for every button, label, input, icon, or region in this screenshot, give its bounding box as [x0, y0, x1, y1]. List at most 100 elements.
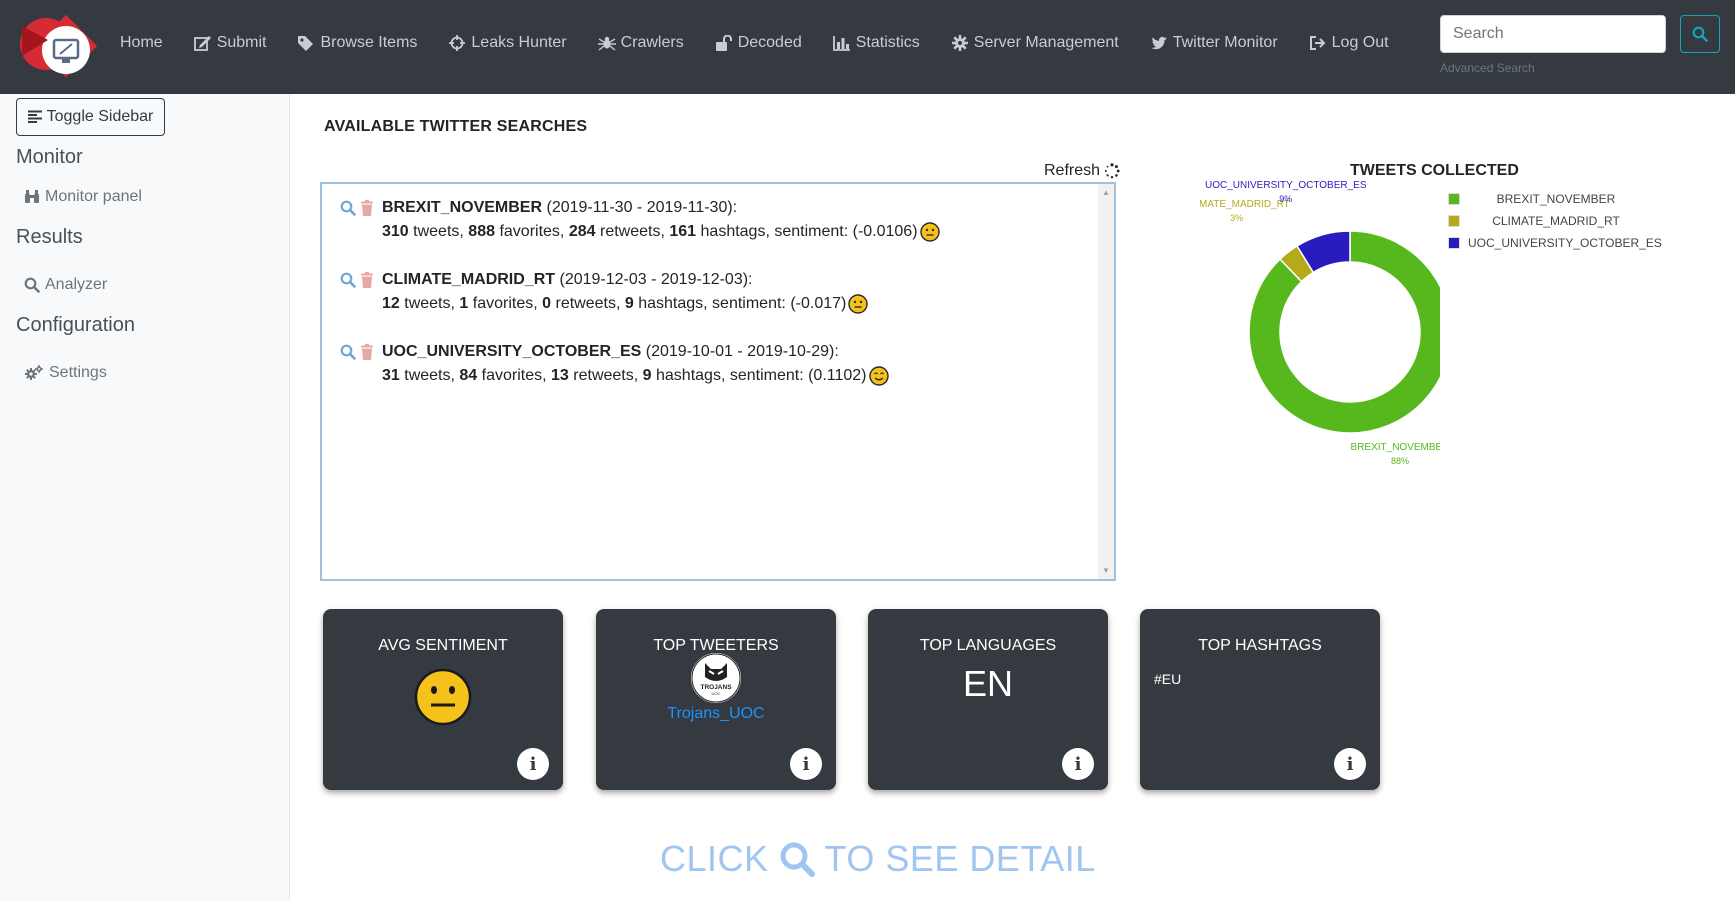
retweets-count: 13: [551, 367, 569, 384]
hashtags-count: 9: [642, 367, 652, 384]
refresh-button[interactable]: Refresh: [1044, 162, 1120, 180]
avatar[interactable]: TROJANS UOC: [691, 653, 741, 703]
chart-title: TWEETS COLLECTED: [1350, 162, 1519, 179]
retweets-count: 284: [568, 223, 596, 240]
sidebar-item-settings-label: Settings: [49, 364, 107, 381]
nav-log-out-label: Log Out: [1331, 34, 1389, 51]
slice-percent-label: 3%: [1230, 213, 1243, 223]
legend-swatch: [1448, 237, 1460, 249]
app-logo[interactable]: [14, 10, 98, 84]
neutral-face-icon: [414, 668, 472, 726]
favorites-word: favorites,: [472, 295, 538, 312]
nav-twitter-monitor-label: Twitter Monitor: [1172, 34, 1278, 51]
nav-home[interactable]: Home: [120, 34, 163, 52]
nav-crawlers[interactable]: Crawlers: [597, 34, 684, 52]
nav-decoded[interactable]: Decoded: [715, 34, 802, 52]
sentiment-value: (-0.017): [790, 295, 847, 312]
info-button[interactable]: i: [517, 748, 549, 780]
legend-item[interactable]: UOC_UNIVERSITY_OCTOBER_ES: [1448, 232, 1662, 254]
nav-submit[interactable]: Submit: [193, 34, 267, 52]
search-icon[interactable]: [340, 344, 356, 368]
crosshairs-icon: [448, 35, 466, 51]
legend-item[interactable]: CLIMATE_MADRID_RT: [1448, 210, 1644, 232]
slice-percent-label: 9%: [1279, 194, 1292, 204]
nav-statistics[interactable]: Statistics: [832, 34, 920, 52]
legend-swatch: [1448, 215, 1460, 227]
search-input[interactable]: [1440, 15, 1666, 53]
search-icon: [24, 277, 40, 293]
cta-text-before: CLICK: [660, 838, 769, 879]
card-title: AVG SENTIMENT: [378, 637, 508, 654]
tweets-count: 31: [382, 367, 400, 384]
cogs-icon: [25, 365, 43, 380]
neutral-face-icon: [919, 222, 940, 242]
top-hashtag-value[interactable]: #EU: [1154, 671, 1181, 687]
info-button[interactable]: i: [1062, 748, 1094, 780]
legend-label: BREXIT_NOVEMBER: [1496, 192, 1616, 206]
click-to-see-detail-hint: CLICK TO SEE DETAIL: [660, 838, 1096, 880]
nav-browse-items-label: Browse Items: [320, 34, 418, 51]
toggle-sidebar-label: Toggle Sidebar: [46, 108, 154, 125]
align-left-icon: [27, 110, 42, 123]
sidebar-item-analyzer[interactable]: Analyzer: [24, 276, 107, 294]
hashtags-word: hashtags, sentiment:: [638, 295, 786, 312]
sidebar-item-settings[interactable]: Settings: [24, 364, 107, 382]
search-name: UOC_UNIVERSITY_OCTOBER_ES: [382, 343, 642, 360]
scroll-down-icon[interactable]: ▼: [1102, 566, 1110, 575]
nav-leaks-hunter-label: Leaks Hunter: [471, 34, 567, 51]
search-icon[interactable]: [340, 200, 356, 224]
sidebar-item-monitor-panel[interactable]: Monitor panel: [24, 188, 142, 206]
favorites-count: 888: [468, 223, 495, 240]
info-button[interactable]: i: [1334, 748, 1366, 780]
nav-twitter-monitor[interactable]: Twitter Monitor: [1150, 34, 1278, 52]
avatar-text: TROJANS: [700, 684, 732, 691]
retweets-word: retweets,: [573, 367, 639, 384]
info-icon: i: [1346, 753, 1354, 775]
spinner-icon: [1104, 163, 1120, 179]
nav-crawlers-label: Crawlers: [620, 34, 684, 51]
tweets-word: tweets,: [404, 295, 455, 312]
nav-server-management[interactable]: Server Management: [951, 34, 1119, 52]
trash-icon[interactable]: [360, 344, 374, 368]
toggle-sidebar-button[interactable]: Toggle Sidebar: [16, 98, 165, 136]
search-form: [1440, 15, 1720, 53]
top-languages-card: TOP LANGUAGES EN i: [868, 609, 1108, 790]
avatar-subtext: UOC: [712, 691, 721, 696]
nav-leaks-hunter[interactable]: Leaks Hunter: [448, 34, 567, 52]
tweets-word: tweets,: [404, 367, 455, 384]
nav-submit-label: Submit: [216, 34, 267, 51]
sentiment-value: (0.1102): [808, 367, 867, 384]
top-language-value: EN: [962, 663, 1013, 704]
info-button[interactable]: i: [790, 748, 822, 780]
search-name: BREXIT_NOVEMBER: [382, 199, 543, 216]
legend-label: UOC_UNIVERSITY_OCTOBER_ES: [1468, 236, 1662, 250]
nav-decoded-label: Decoded: [737, 34, 802, 51]
hashtags-count: 161: [669, 223, 697, 240]
unlock-icon: [715, 35, 733, 51]
top-tweeter-link[interactable]: Trojans_UOC: [596, 705, 836, 723]
sidebar-heading-configuration: Configuration: [16, 314, 135, 336]
nav-log-out[interactable]: Log Out: [1309, 34, 1389, 52]
search-icon[interactable]: [340, 272, 356, 296]
cta-text-after: TO SEE DETAIL: [824, 838, 1096, 879]
scroll-up-icon[interactable]: ▲: [1102, 188, 1110, 197]
sidebar-heading-monitor: Monitor: [16, 146, 83, 168]
nav-browse-items[interactable]: Browse Items: [297, 34, 417, 52]
tweets-count: 12: [382, 295, 400, 312]
refresh-label: Refresh: [1044, 162, 1101, 179]
search-button[interactable]: [1680, 15, 1720, 53]
legend-item[interactable]: BREXIT_NOVEMBER: [1448, 188, 1644, 210]
sign-out-icon: [1309, 35, 1327, 51]
favorites-count: 84: [459, 367, 478, 384]
avg-sentiment-card: AVG SENTIMENT i: [323, 609, 563, 790]
retweets-word: retweets,: [599, 223, 665, 240]
searches-list[interactable]: BREXIT_NOVEMBER (2019-11-30 - 2019-11-30…: [320, 182, 1116, 581]
gear-icon: [951, 35, 969, 51]
slice-label: UOC_UNIVERSITY_OCTOBER_ES: [1205, 180, 1367, 191]
trash-icon[interactable]: [360, 272, 374, 296]
neutral-face-icon: [848, 294, 869, 314]
trash-icon[interactable]: [360, 200, 374, 224]
advanced-search-link[interactable]: Advanced Search: [1440, 61, 1535, 75]
list-scrollbar[interactable]: ▲ ▼: [1098, 184, 1114, 579]
twitter-icon: [1150, 35, 1168, 51]
